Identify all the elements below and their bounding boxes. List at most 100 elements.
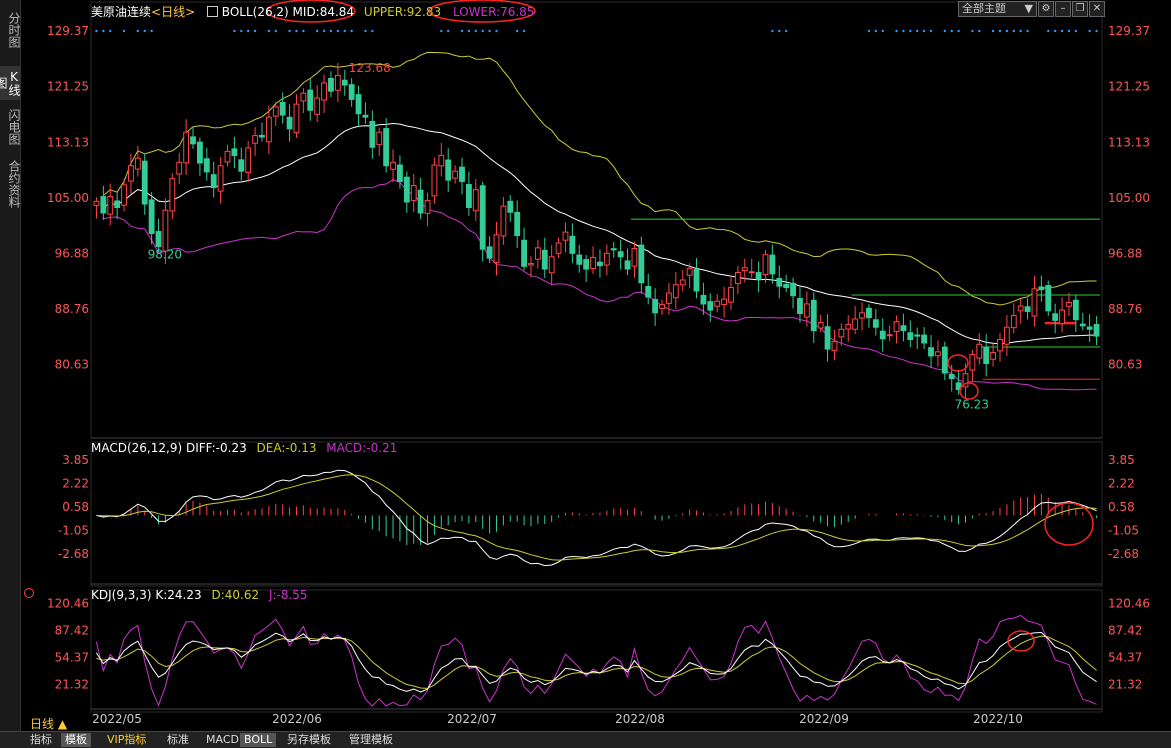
bottom-tab-0[interactable]: 指标 — [26, 733, 56, 747]
minimize-icon[interactable]: – — [1055, 1, 1071, 17]
candle-body — [672, 284, 679, 299]
candle-body — [176, 161, 183, 175]
bottom-tab-1[interactable]: 模板 — [61, 733, 91, 747]
period-button[interactable]: 日线 ▲ — [30, 715, 67, 732]
restore-icon[interactable]: ❐ — [1072, 1, 1088, 17]
signal-dot — [1067, 29, 1071, 33]
candle-body — [721, 298, 728, 306]
signal-dot — [1019, 29, 1022, 33]
candle-body — [1038, 286, 1045, 291]
signal-dot — [95, 29, 98, 33]
signal-dot — [295, 29, 298, 33]
signal-dot — [350, 29, 353, 33]
candle-body — [1059, 309, 1065, 325]
signal-dot — [771, 29, 774, 33]
candle-body — [1079, 323, 1086, 327]
candle-body — [196, 141, 203, 164]
kdj-j-line — [95, 614, 1097, 707]
signal-dot — [1060, 29, 1064, 33]
signal-dot — [991, 29, 995, 33]
sidebar-tab-0[interactable]: 分时图 — [0, 4, 21, 56]
signal-dot — [998, 29, 1002, 33]
bottom-tab-3[interactable]: 标准 — [163, 733, 193, 747]
macd-tick-label-left: -2.68 — [58, 547, 89, 561]
candle-body — [210, 174, 217, 189]
sidebar-tab-3[interactable]: 合约资料 — [0, 155, 21, 213]
candle-body — [555, 242, 562, 254]
candle-body — [341, 79, 348, 86]
period-name: <日线> — [151, 5, 196, 19]
candle-body — [797, 297, 803, 315]
extreme-label-123.68: 123.68 — [349, 61, 391, 75]
candle-body — [610, 248, 617, 251]
bottom-tab-6[interactable]: 另存模板 — [283, 733, 335, 747]
signal-dot — [322, 29, 326, 33]
candle-body — [714, 300, 721, 307]
panel-frame-2 — [90, 589, 1103, 713]
boll-upper-value: UPPER:92.83 — [363, 5, 442, 19]
signal-dot — [943, 29, 947, 33]
close-icon[interactable]: ✕ — [1089, 1, 1105, 17]
signal-dot — [522, 29, 526, 33]
candle-body — [410, 185, 417, 201]
signal-dot — [922, 29, 926, 33]
sidebar-tab-2[interactable]: 闪电图 — [0, 103, 21, 151]
signal-dot — [109, 29, 112, 33]
signal-dot — [481, 29, 484, 33]
bottom-tab-5[interactable]: BOLL — [240, 733, 277, 747]
price-tick-label-left: 113.13 — [47, 135, 89, 149]
candle-body — [452, 170, 459, 179]
signal-dot — [240, 29, 243, 33]
theme-select-label: 全部主题 — [962, 2, 1006, 15]
bottom-tab-7[interactable]: 管理模板 — [345, 733, 397, 747]
candle-body — [286, 116, 293, 130]
kdj-tick-label-left: 120.46 — [47, 597, 89, 611]
signal-dot — [371, 29, 374, 33]
price-tick-label-right: 80.63 — [1108, 358, 1142, 372]
candle-body — [514, 211, 521, 237]
candle-body — [1010, 315, 1017, 329]
signal-dot — [488, 29, 491, 33]
candle-body — [272, 106, 279, 117]
bottom-tabbar: 指标 模板 VIP指标 标准 MACD BOLL 另存模板 管理模板 — [0, 731, 1171, 748]
candle-body — [948, 374, 955, 380]
bottom-tab-2[interactable]: VIP指标 — [103, 733, 150, 747]
candle-body — [893, 321, 900, 333]
candle-body — [976, 343, 983, 359]
boll-lower-value: LOWER:76.85 — [452, 5, 535, 19]
kdj-tick-label-right: 87.42 — [1108, 624, 1142, 638]
sidebar-tab-1[interactable]: K线图 — [0, 66, 21, 100]
kdj-tick-label-right: 21.32 — [1108, 678, 1142, 692]
bottom-tab-4[interactable]: MACD — [202, 733, 243, 747]
candle-body — [652, 299, 659, 314]
candle-body — [1093, 324, 1100, 337]
candle-body — [348, 84, 355, 100]
candle-body — [1072, 299, 1079, 321]
signal-dot — [874, 29, 878, 33]
boll-indicator-icon — [206, 6, 218, 17]
candle-body — [148, 199, 155, 234]
candle-body — [259, 134, 265, 138]
candle-body — [252, 135, 258, 144]
candle-body — [693, 269, 700, 292]
kdj-settings-icon[interactable] — [24, 588, 34, 598]
symbol-name: 美原油连续 — [91, 5, 152, 19]
kdj-label: KDJ(9,3,3) — [91, 588, 152, 602]
price-tick-label-right: 121.25 — [1108, 80, 1150, 94]
macd-tick-label-right: 0.58 — [1108, 500, 1135, 514]
signal-dot — [971, 29, 974, 33]
candle-body — [245, 147, 252, 174]
candle-body — [300, 92, 307, 102]
candle-body — [645, 286, 652, 298]
theme-select[interactable]: 全部主题 ▼ — [958, 1, 1037, 17]
candle-body — [507, 200, 514, 213]
kdj-tick-label-left: 21.32 — [55, 678, 89, 692]
macd-tick-label-left: 3.85 — [62, 453, 89, 467]
candle-body — [900, 325, 907, 332]
settings-icon[interactable]: ⚙ — [1038, 1, 1054, 17]
candle-body — [603, 252, 610, 266]
candle-body — [162, 209, 169, 252]
candle-body — [700, 294, 707, 305]
signal-dot — [288, 29, 291, 33]
candle-body — [334, 74, 341, 91]
